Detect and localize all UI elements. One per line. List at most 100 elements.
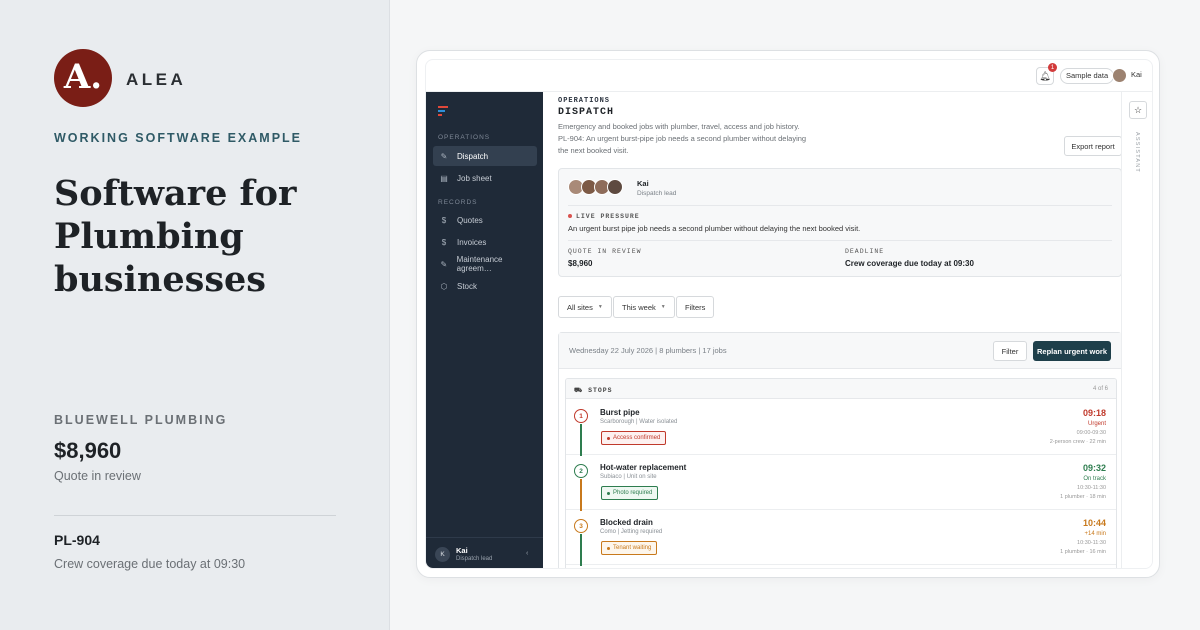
sidebar-item-label: Dispatch bbox=[457, 151, 489, 161]
app-window: 🔔︎ 1 Sample data Kai OPERATIONS ✎ Dispatc… bbox=[425, 59, 1153, 569]
status-badge: Tenant waiting bbox=[601, 541, 658, 555]
deadline-label: DEADLINE bbox=[845, 248, 885, 255]
sidebar-user-role: Dispatch lead bbox=[456, 556, 493, 562]
app-logo-icon[interactable] bbox=[438, 106, 448, 116]
board-date: Wednesday 22 July 2026 | 8 plumbers | 17… bbox=[569, 346, 727, 355]
top-bar: 🔔︎ 1 Sample data Kai bbox=[426, 60, 1152, 92]
status-badge: Photo required bbox=[601, 486, 659, 500]
stop-number: 1 bbox=[574, 409, 588, 423]
replan-urgent-work-button[interactable]: Replan urgent work bbox=[1033, 341, 1111, 361]
filters-button[interactable]: Filters bbox=[676, 296, 715, 318]
stop-title: Hot-water replacement bbox=[600, 463, 687, 472]
sidebar-item-quotes[interactable]: $ Quotes bbox=[433, 210, 537, 230]
reference-caption: Crew coverage due today at 09:30 bbox=[54, 557, 246, 571]
stop-window: 09:00-09:30 bbox=[1076, 430, 1106, 436]
status-dot-icon bbox=[607, 546, 610, 550]
route-line bbox=[580, 479, 582, 511]
chevron-down-icon: ▼ bbox=[660, 304, 666, 310]
hero-title: Software for Plumbing businesses bbox=[54, 173, 297, 300]
wrench-icon: ✎ bbox=[440, 151, 448, 161]
assistant-rail: ☆ ASSISTANT bbox=[1121, 92, 1152, 568]
divider bbox=[568, 205, 1112, 206]
amount-caption: Quote in review bbox=[54, 469, 141, 483]
notification-badge: 1 bbox=[1048, 63, 1057, 72]
sample-data-button[interactable]: Sample data bbox=[1060, 68, 1115, 84]
stop-title: Burst pipe bbox=[600, 408, 640, 417]
sidebar-item-maintenance[interactable]: ✎ Maintenance agreem… bbox=[433, 254, 537, 274]
amount-value: $8,960 bbox=[54, 438, 122, 463]
brand-name: ALEA bbox=[126, 70, 187, 89]
sidebar-item-label: Stock bbox=[457, 281, 478, 291]
stop-crew: 1 plumber · 18 min bbox=[1060, 494, 1106, 500]
stop-state: On track bbox=[1083, 476, 1106, 482]
sidebar-item-dispatch[interactable]: ✎ Dispatch bbox=[433, 146, 537, 166]
box-icon: ⬡ bbox=[440, 281, 448, 291]
filter-button[interactable]: Filter bbox=[993, 341, 1027, 361]
lead-name: Kai bbox=[637, 179, 649, 188]
status-dot-icon bbox=[607, 491, 610, 495]
stop-window: 10:30-11:30 bbox=[1077, 485, 1106, 491]
stops-header: ⛟ STOPS 4 of 6 bbox=[566, 379, 1116, 399]
list-item[interactable]: 1 Burst pipe Scarborough | Water isolated A… bbox=[566, 400, 1116, 456]
logo-mark: A. bbox=[63, 57, 103, 97]
sidebar-section-operations: OPERATIONS bbox=[438, 134, 491, 141]
route-line bbox=[580, 424, 582, 456]
board-header: Wednesday 22 July 2026 | 8 plumbers | 17… bbox=[559, 333, 1121, 369]
live-pressure-text: An urgent burst pipe job needs a second … bbox=[568, 224, 861, 233]
stops-list: ⛟ STOPS 4 of 6 1 Burst pipe Scarborough | … bbox=[565, 378, 1117, 568]
stop-subtitle: Como | Jetting required bbox=[600, 529, 663, 535]
stops-count: 4 of 6 bbox=[1092, 386, 1108, 392]
wrench-icon: ✎ bbox=[440, 259, 448, 269]
stop-time: 09:32 bbox=[1082, 463, 1106, 473]
stop-number: 2 bbox=[574, 464, 588, 478]
page-title: DISPATCH bbox=[558, 107, 615, 118]
stop-state: +14 min bbox=[1084, 531, 1106, 537]
alea-logo: A. bbox=[54, 49, 112, 107]
star-icon[interactable]: ☆ bbox=[1129, 101, 1147, 119]
sidebar-item-invoices[interactable]: $ Invoices bbox=[433, 232, 537, 252]
avatar: K bbox=[435, 547, 450, 562]
kicker: WORKING SOFTWARE EXAMPLE bbox=[54, 131, 302, 145]
assistant-label[interactable]: ASSISTANT bbox=[1134, 132, 1140, 173]
divider bbox=[568, 240, 1112, 241]
stops-label: ⛟ STOPS bbox=[574, 387, 613, 394]
app-frame: 🔔︎ 1 Sample data Kai OPERATIONS ✎ Dispatc… bbox=[416, 50, 1160, 578]
sites-select[interactable]: All sites ▼ bbox=[558, 296, 612, 318]
sidebar-section-records: RECORDS bbox=[438, 199, 478, 206]
stop-crew: 1 plumber · 16 min bbox=[1060, 549, 1106, 555]
reference-id: PL-904 bbox=[54, 532, 100, 548]
stop-time: 09:18 bbox=[1082, 408, 1106, 418]
stop-time: 10:44 bbox=[1082, 518, 1106, 528]
sidebar-user[interactable]: K Kai Dispatch lead ‹ bbox=[426, 537, 543, 568]
sidebar-item-label: Invoices bbox=[457, 237, 487, 247]
dollar-icon: $ bbox=[441, 237, 447, 247]
dispatch-board: Wednesday 22 July 2026 | 8 plumbers | 17… bbox=[558, 332, 1122, 568]
avatar[interactable] bbox=[1112, 68, 1127, 83]
marketing-panel: A. ALEA WORKING SOFTWARE EXAMPLE Softwar… bbox=[0, 0, 390, 630]
sidebar-item-stock[interactable]: ⬡ Stock bbox=[433, 276, 537, 296]
clipboard-icon: ▤ bbox=[440, 173, 448, 183]
sidebar-item-label: Job sheet bbox=[457, 173, 492, 183]
avatar bbox=[607, 179, 623, 195]
stop-subtitle: Subiaco | Unit on site bbox=[600, 474, 657, 480]
pressure-card: Kai Dispatch lead LIVE PRESSURE An urgen… bbox=[558, 168, 1122, 277]
live-pressure-label: LIVE PRESSURE bbox=[568, 213, 640, 220]
status-badge: Access confirmed bbox=[601, 431, 667, 445]
stop-number: 3 bbox=[574, 519, 588, 533]
export-report-button[interactable]: Export report bbox=[1064, 136, 1122, 156]
dollar-icon: $ bbox=[441, 215, 447, 225]
list-item[interactable]: 2 Hot-water replacement Subiaco | Unit on … bbox=[566, 455, 1116, 511]
sidebar-item-label: Quotes bbox=[457, 215, 483, 225]
stop-state: Urgent bbox=[1087, 421, 1106, 427]
sidebar-item-label: Maintenance agreem… bbox=[456, 255, 503, 273]
sidebar-item-job-sheet[interactable]: ▤ Job sheet bbox=[433, 168, 537, 188]
route-line bbox=[580, 534, 582, 566]
stop-crew: 2-person crew · 22 min bbox=[1049, 439, 1106, 445]
page-description: Emergency and booked jobs with plumber, … bbox=[558, 122, 807, 155]
week-select[interactable]: This week ▼ bbox=[613, 296, 675, 318]
status-dot-icon bbox=[607, 436, 610, 440]
deadline-value: Crew coverage due today at 09:30 bbox=[845, 259, 974, 268]
list-item[interactable]: 4Leak investigation10:55 bbox=[566, 565, 1116, 568]
collapse-chevron-icon[interactable]: ‹ bbox=[526, 550, 528, 557]
list-item[interactable]: 3 Blocked drain Como | Jetting required Ten… bbox=[566, 510, 1116, 566]
